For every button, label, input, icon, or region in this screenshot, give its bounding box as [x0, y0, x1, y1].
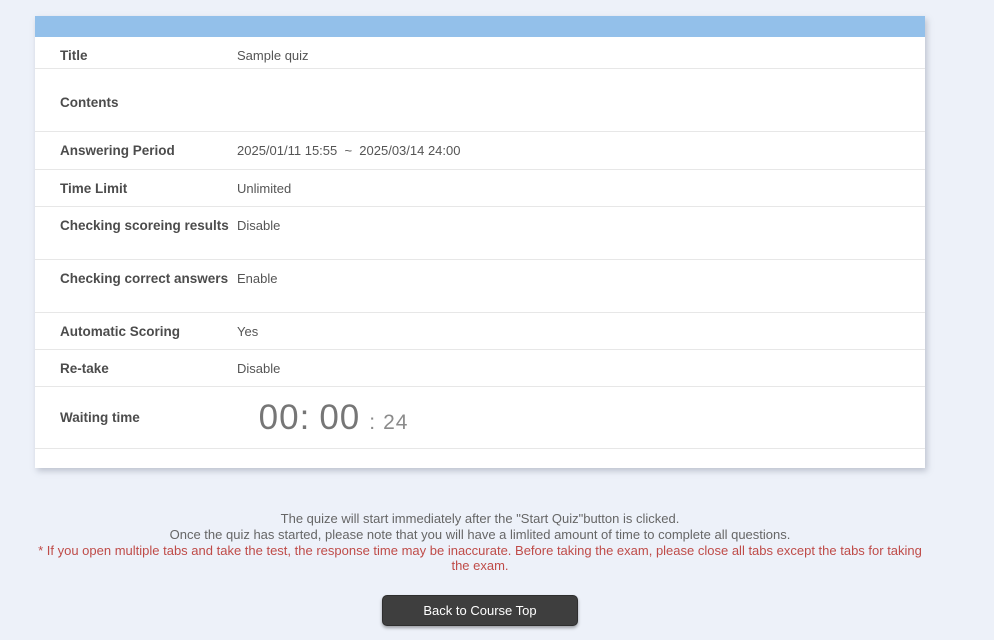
- quiz-start-note: The quize will start immediately after t…: [280, 511, 680, 526]
- table-row-answering-period: Answering Period 2025/01/11 15:55 ~ 2025…: [35, 132, 925, 170]
- table-row-contents: Contents: [35, 69, 925, 132]
- table-row-retake: Re-take Disable: [35, 350, 925, 387]
- footer-button-area: Back to Course Top: [35, 595, 925, 626]
- table-row-title: Title Sample quiz: [35, 37, 925, 69]
- multi-tab-warning: * If you open multiple tabs and take the…: [38, 542, 922, 574]
- row-label-checking-scoring-results: Checking scoreing results: [60, 218, 229, 233]
- row-label-checking-correct-answers: Checking correct answers: [60, 271, 229, 286]
- row-value-title: Sample quiz: [237, 48, 309, 63]
- row-value-answering-period: 2025/01/11 15:55 ~ 2025/03/14 24:00: [237, 143, 461, 158]
- row-label-retake: Re-take: [60, 361, 109, 376]
- table-row-time-limit: Time Limit Unlimited: [35, 170, 925, 207]
- row-value-checking-scoring-results: Disable: [237, 218, 281, 233]
- table-row-checking-correct-answers: Checking correct answers Enable: [35, 260, 925, 313]
- quiz-instructions: The quize will start immediately after t…: [35, 511, 925, 574]
- waiting-time-hours: 00: [258, 398, 300, 437]
- quiz-info-panel: Title Sample quiz Contents Answering Per…: [35, 16, 925, 468]
- waiting-time-colon-1: :: [299, 398, 311, 437]
- row-label-waiting-time: Waiting time: [60, 409, 140, 425]
- back-to-course-top-button[interactable]: Back to Course Top: [382, 595, 578, 626]
- waiting-time-countdown: 00: 00:24: [237, 383, 925, 452]
- panel-header-bar: [35, 16, 925, 37]
- row-label-contents: Contents: [60, 95, 119, 110]
- waiting-time-colon-2: :: [369, 411, 377, 434]
- table-row-automatic-scoring: Automatic Scoring Yes: [35, 313, 925, 350]
- time-limit-note: Once the quiz has started, please note t…: [169, 526, 791, 542]
- row-value-automatic-scoring: Yes: [237, 324, 259, 339]
- row-label-title: Title: [60, 48, 88, 63]
- row-label-time-limit: Time Limit: [60, 181, 128, 196]
- waiting-time-minutes: 00: [319, 398, 361, 437]
- table-row-waiting-time: Waiting time 00: 00:24: [35, 387, 925, 449]
- row-label-automatic-scoring: Automatic Scoring: [60, 324, 181, 339]
- row-value-checking-correct-answers: Enable: [237, 271, 278, 286]
- waiting-time-seconds: 24: [383, 411, 409, 434]
- row-value-time-limit: Unlimited: [237, 181, 292, 196]
- row-label-answering-period: Answering Period: [60, 143, 175, 158]
- table-row-checking-scoring-results: Checking scoreing results Disable: [35, 207, 925, 260]
- row-value-retake: Disable: [237, 361, 281, 376]
